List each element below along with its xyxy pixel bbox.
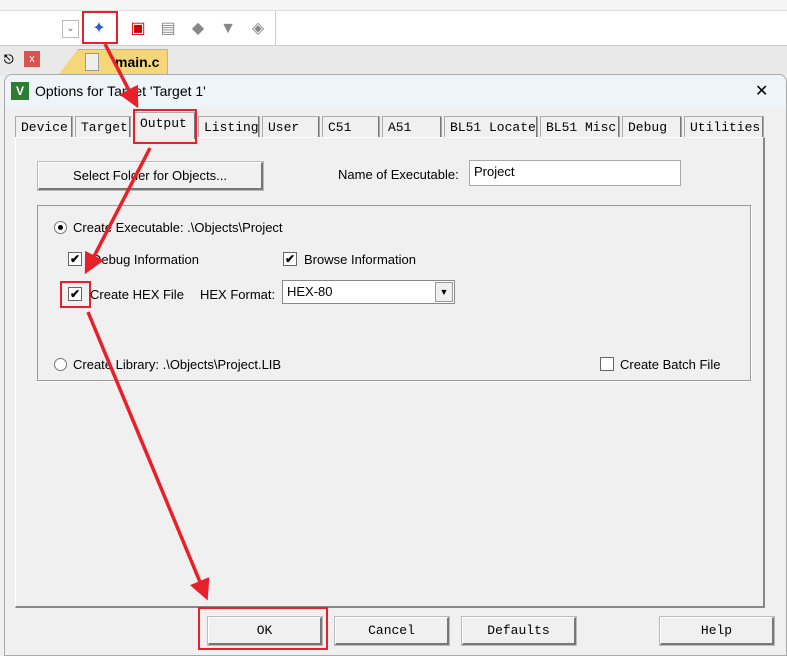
arrow-to-ok bbox=[86, 311, 210, 601]
annotation-arrows bbox=[84, 43, 210, 601]
arrow-to-output-tab bbox=[103, 43, 139, 109]
arrow-to-create-hex bbox=[84, 147, 152, 275]
